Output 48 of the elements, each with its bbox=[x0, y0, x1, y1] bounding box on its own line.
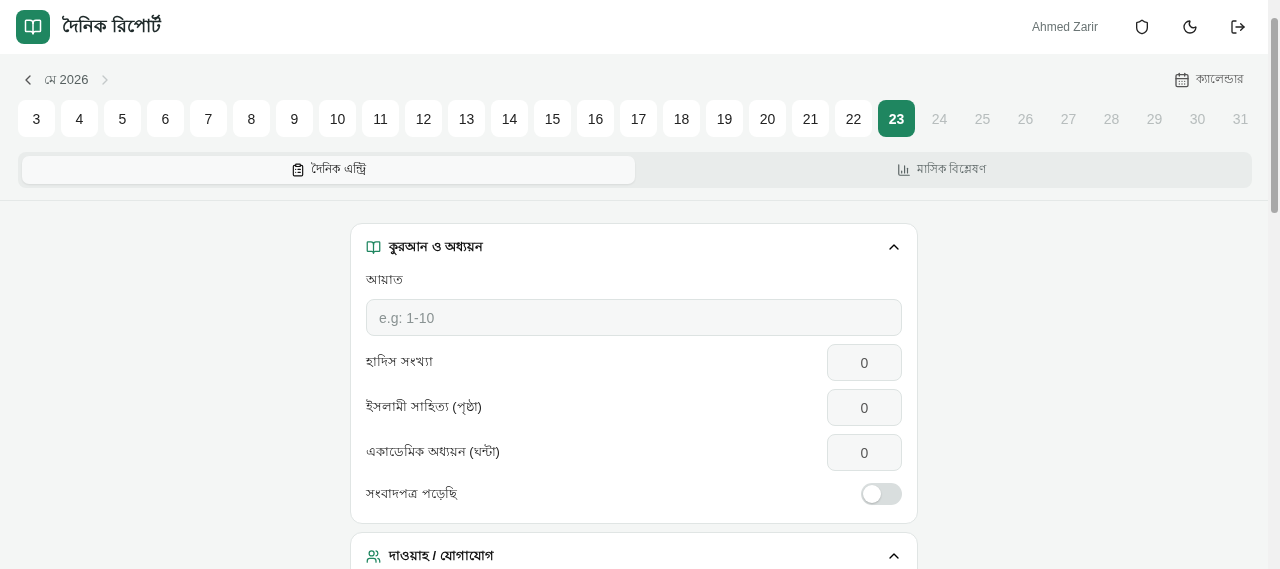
day-button[interactable]: 23 bbox=[878, 100, 915, 137]
day-button[interactable]: 16 bbox=[577, 100, 614, 137]
day-button[interactable]: 14 bbox=[491, 100, 528, 137]
section-header[interactable]: কুরআন ও অধ্যয়ন bbox=[366, 236, 902, 258]
section-title: দাওয়াহ / যোগাযোগ bbox=[389, 546, 495, 565]
logo-icon bbox=[16, 10, 50, 44]
day-button[interactable]: 9 bbox=[276, 100, 313, 137]
tab[interactable]: দৈনিক এন্ট্রি bbox=[22, 156, 635, 184]
day-button[interactable]: 10 bbox=[319, 100, 356, 137]
calendar-icon bbox=[1174, 72, 1190, 88]
day-button[interactable]: 5 bbox=[104, 100, 141, 137]
toggle-switch[interactable] bbox=[861, 483, 902, 505]
book-icon bbox=[366, 239, 381, 255]
field-label: ইসলামী সাহিত্য (পৃষ্ঠা) bbox=[366, 398, 482, 417]
field-label: আয়াত bbox=[366, 271, 404, 289]
bar-chart-icon bbox=[896, 163, 911, 177]
section-header[interactable]: দাওয়াহ / যোগাযোগ bbox=[366, 545, 902, 567]
people-icon bbox=[366, 548, 381, 564]
tab[interactable]: মাসিক বিশ্লেষণ bbox=[635, 156, 1248, 184]
day-button[interactable]: 20 bbox=[749, 100, 786, 137]
day-button[interactable]: 15 bbox=[534, 100, 571, 137]
day-button[interactable]: 7 bbox=[190, 100, 227, 137]
day-button[interactable]: 12 bbox=[405, 100, 442, 137]
day-button[interactable]: 8 bbox=[233, 100, 270, 137]
day-button[interactable]: 13 bbox=[448, 100, 485, 137]
scrollbar[interactable] bbox=[1268, 0, 1280, 569]
month-label: মে 2026 bbox=[44, 70, 89, 89]
day-button[interactable]: 3 bbox=[18, 100, 55, 137]
clipboard-icon bbox=[291, 163, 306, 177]
day-button[interactable]: 18 bbox=[663, 100, 700, 137]
day-button[interactable]: 21 bbox=[792, 100, 829, 137]
day-button[interactable]: 6 bbox=[147, 100, 184, 137]
user-name: Ahmed Zarir bbox=[1031, 20, 1098, 34]
field-label: সংবাদপত্র পড়েছি bbox=[366, 484, 457, 503]
section-title: কুরআন ও অধ্যয়ন bbox=[389, 237, 485, 257]
input-field[interactable]: e.g: 1-10 bbox=[366, 299, 902, 336]
day-button[interactable]: 4 bbox=[61, 100, 98, 137]
number-field[interactable]: 0 bbox=[827, 344, 902, 381]
day-button[interactable]: 19 bbox=[706, 100, 743, 137]
day-button[interactable]: 11 bbox=[362, 100, 399, 137]
field-label: একাডেমিক অধ্যয়ন (ঘন্টা) bbox=[366, 443, 500, 461]
field-label: হাদিস সংখ্যা bbox=[366, 353, 433, 371]
app-title: দৈনিক রিপোর্ট bbox=[62, 13, 163, 38]
number-field[interactable]: 0 bbox=[827, 389, 902, 426]
number-field[interactable]: 0 bbox=[827, 434, 902, 471]
day-button[interactable]: 17 bbox=[620, 100, 657, 137]
day-button[interactable]: 22 bbox=[835, 100, 872, 137]
calendar-button[interactable]: ক্যালেন্ডার bbox=[1174, 70, 1252, 90]
